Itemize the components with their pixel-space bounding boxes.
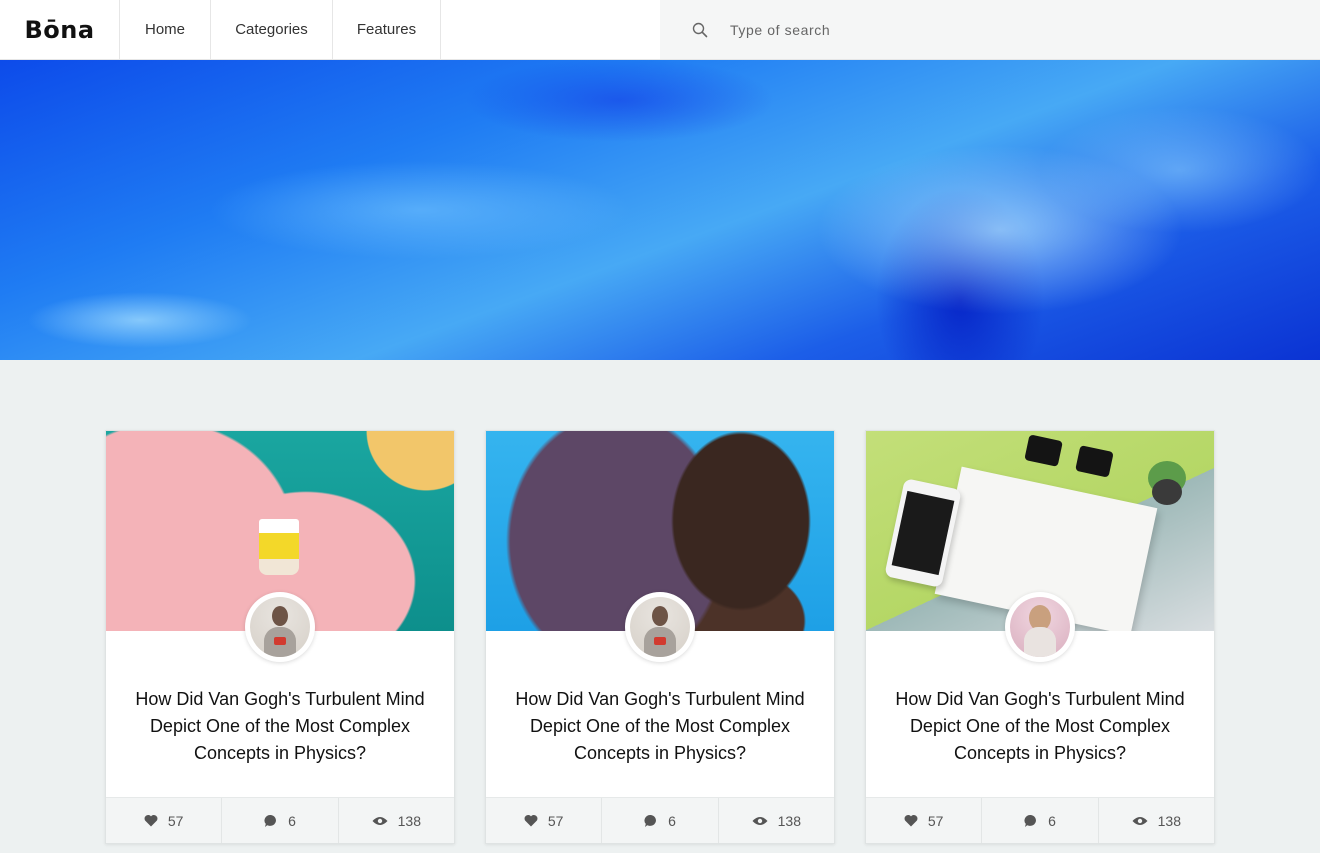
nav-item-home[interactable]: Home: [120, 0, 211, 59]
comment-icon: [1024, 814, 1037, 827]
likes-stat[interactable]: 57: [866, 798, 983, 843]
top-nav-bar: Bōna Home Categories Features: [0, 0, 1320, 60]
comments-stat[interactable]: 6: [222, 798, 339, 843]
views-count: 138: [397, 812, 421, 829]
eye-icon: [1132, 816, 1148, 825]
header-spacer: [441, 0, 660, 59]
heart-icon: [144, 815, 158, 827]
views-stat[interactable]: 138: [339, 798, 454, 843]
post-stats: 57 6 138: [486, 797, 834, 843]
comment-icon: [264, 814, 277, 827]
author-avatar[interactable]: [245, 592, 315, 662]
search-bar: [660, 0, 1320, 59]
views-stat[interactable]: 138: [719, 798, 834, 843]
main-nav: Home Categories Features: [120, 0, 441, 59]
nav-item-categories[interactable]: Categories: [211, 0, 333, 59]
search-icon[interactable]: [692, 22, 708, 38]
plant-illustration: [1152, 479, 1182, 505]
likes-stat[interactable]: 57: [486, 798, 603, 843]
comments-stat[interactable]: 6: [602, 798, 719, 843]
hero-banner-image: [0, 60, 1320, 360]
author-avatar[interactable]: [1005, 592, 1075, 662]
eye-icon: [752, 816, 768, 825]
likes-count: 57: [167, 812, 184, 829]
comments-count: 6: [288, 812, 296, 829]
views-count: 138: [777, 812, 801, 829]
likes-count: 57: [547, 812, 564, 829]
post-card[interactable]: How Did Van Gogh's Turbulent Mind Depict…: [105, 430, 455, 844]
comments-stat[interactable]: 6: [982, 798, 1099, 843]
comments-count: 6: [668, 812, 676, 829]
post-title[interactable]: How Did Van Gogh's Turbulent Mind Depict…: [126, 686, 434, 767]
post-card[interactable]: How Did Van Gogh's Turbulent Mind Depict…: [865, 430, 1215, 844]
likes-count: 57: [927, 812, 944, 829]
eye-icon: [372, 816, 388, 825]
post-title[interactable]: How Did Van Gogh's Turbulent Mind Depict…: [886, 686, 1194, 767]
comments-count: 6: [1048, 812, 1056, 829]
likes-stat[interactable]: 57: [106, 798, 223, 843]
cup-illustration: [259, 519, 299, 575]
site-logo[interactable]: Bōna: [0, 0, 120, 59]
post-card[interactable]: How Did Van Gogh's Turbulent Mind Depict…: [485, 430, 835, 844]
post-stats: 57 6 138: [106, 797, 454, 843]
views-stat[interactable]: 138: [1099, 798, 1214, 843]
heart-icon: [524, 815, 538, 827]
search-input[interactable]: [730, 21, 1130, 38]
comment-icon: [644, 814, 657, 827]
sunglasses-illustration: [1024, 434, 1114, 477]
author-avatar[interactable]: [625, 592, 695, 662]
nav-item-features[interactable]: Features: [333, 0, 441, 59]
views-count: 138: [1157, 812, 1181, 829]
post-stats: 57 6 138: [866, 797, 1214, 843]
post-title[interactable]: How Did Van Gogh's Turbulent Mind Depict…: [506, 686, 814, 767]
heart-icon: [904, 815, 918, 827]
